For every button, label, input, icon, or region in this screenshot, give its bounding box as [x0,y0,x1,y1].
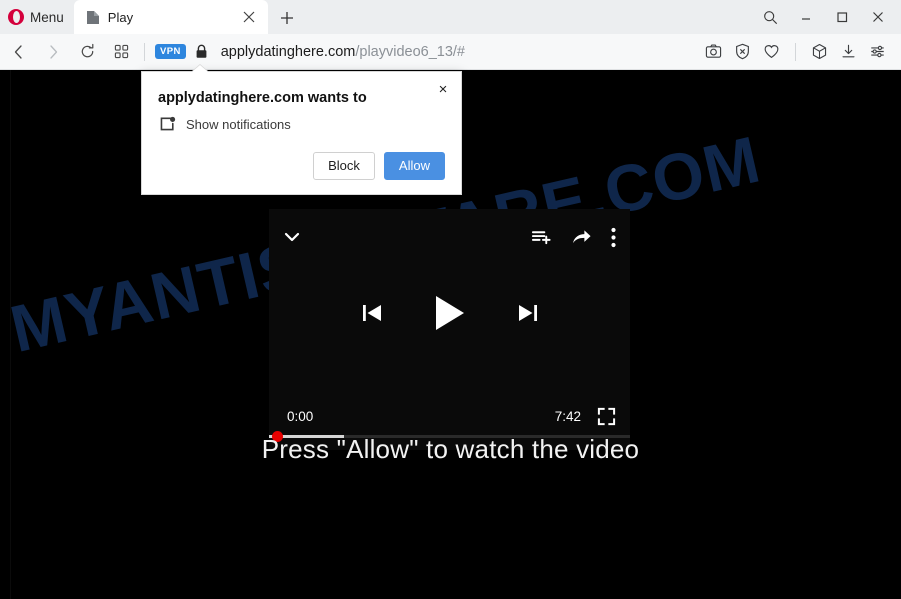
popup-title: applydatinghere.com wants to [158,90,367,106]
toolbar-divider [144,42,145,61]
play-icon[interactable] [433,294,467,332]
forward-arrow-icon[interactable] [38,37,68,67]
allow-button[interactable]: Allow [383,151,445,180]
call-to-action-text: Press "Allow" to watch the video [261,434,640,464]
downloads-icon[interactable] [835,38,862,66]
popup-permission-row: Show notifications [159,116,291,133]
address-bar[interactable]: applydatinghere.com/playvideo6_13/# [221,44,465,60]
popup-permission-label: Show notifications [186,117,291,132]
padlock-icon[interactable] [195,44,208,59]
notification-permission-popup: × applydatinghere.com wants to Show noti… [141,65,462,195]
toolbar-divider-2 [795,42,796,61]
more-vertical-icon[interactable] [611,227,616,248]
snapshot-icon[interactable] [700,38,727,66]
page-icon [86,10,100,25]
url-path: /playvideo6_13/# [355,43,466,60]
vpn-badge[interactable]: VPN [155,44,186,59]
browser-window: Menu Play VPN applydatinghere.com/playvi… [0,0,901,599]
share-icon[interactable] [571,227,592,248]
tab-close-icon[interactable] [238,6,260,28]
workspaces-icon[interactable] [806,38,833,66]
player-top-bar [269,209,630,265]
page-left-margin [0,70,11,599]
back-arrow-icon[interactable] [4,37,34,67]
add-to-queue-icon[interactable] [531,227,552,248]
player-bottom-bar: 0:00 7:42 [269,404,630,428]
popup-actions: Block Allow [313,151,445,180]
easy-setup-icon[interactable] [864,38,891,66]
previous-track-icon[interactable] [359,300,385,326]
current-time: 0:00 [287,408,314,424]
reload-icon[interactable] [72,37,102,67]
address-toolbar: VPN applydatinghere.com/playvideo6_13/# [0,34,901,70]
popup-anchor-arrow [192,65,208,72]
opera-logo-icon [8,9,24,25]
chevron-down-icon[interactable] [281,226,303,248]
opera-menu-button[interactable]: Menu [0,0,74,34]
video-player[interactable]: 0:00 7:42 [269,209,630,450]
minimize-icon[interactable] [789,2,823,32]
next-track-icon[interactable] [515,300,541,326]
window-controls [753,0,901,34]
block-button[interactable]: Block [313,151,375,180]
duration: 7:42 [554,408,581,424]
search-icon[interactable] [753,2,787,32]
new-tab-button[interactable] [276,7,298,29]
title-bar: Menu Play [0,0,901,34]
popup-close-icon[interactable]: × [434,80,452,98]
maximize-icon[interactable] [825,2,859,32]
grid-icon[interactable] [106,37,136,67]
player-transport-controls [269,277,630,349]
toolbar-right-icons [700,38,901,66]
ad-blocker-icon[interactable] [729,38,756,66]
tab-title: Play [107,9,134,25]
notifications-icon [159,116,176,133]
heart-icon[interactable] [758,38,785,66]
menu-label: Menu [30,9,64,25]
fullscreen-icon[interactable] [597,407,616,426]
tab-play[interactable]: Play [73,0,268,34]
close-icon[interactable] [861,2,895,32]
url-domain: applydatinghere.com [220,43,356,60]
